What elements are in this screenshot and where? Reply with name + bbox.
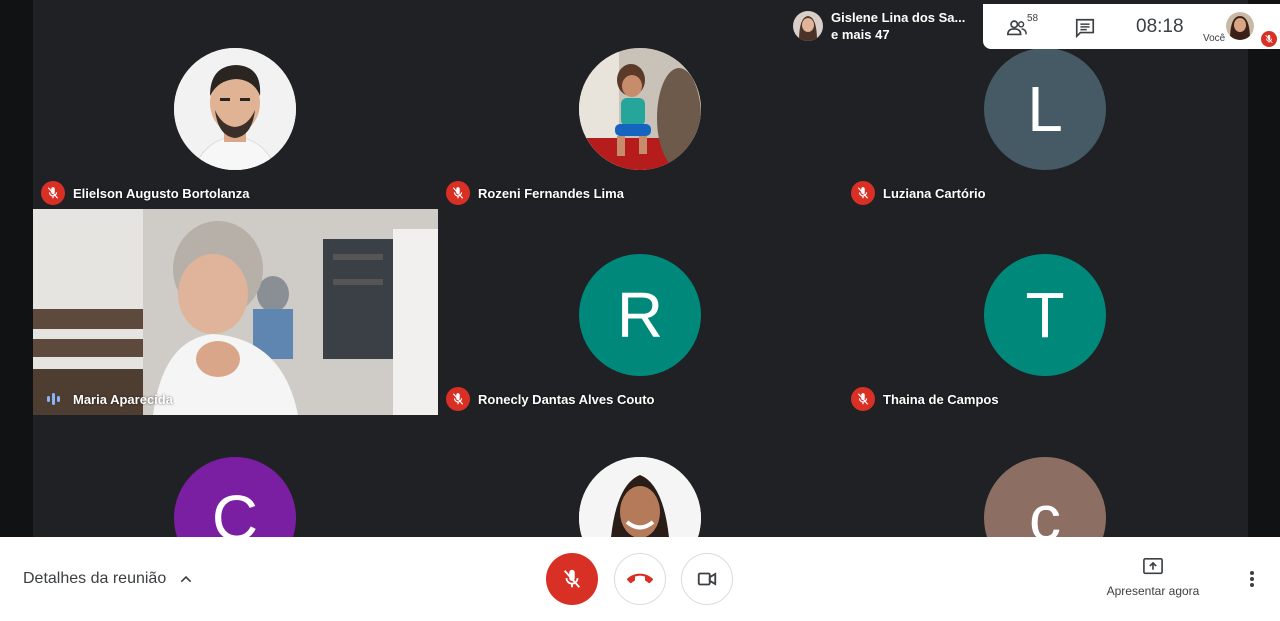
avatar: T [984, 254, 1106, 376]
avatar-letter: C [211, 482, 259, 537]
avatar: R [579, 254, 701, 376]
participant-grid: Elielson Augusto Bortolanza Rozeni Ferna [33, 0, 1248, 537]
mic-off-icon [1261, 31, 1277, 47]
participant-tile[interactable]: Elielson Augusto Bortolanza [33, 3, 438, 209]
avatar-letter: L [1027, 73, 1063, 145]
mic-off-icon [446, 387, 470, 411]
avatar [579, 457, 701, 537]
more-options-button[interactable] [1240, 567, 1264, 591]
participant-name: Thaina de Campos [883, 391, 999, 407]
chat-button[interactable] [1073, 16, 1097, 40]
people-icon [1007, 20, 1027, 36]
presenter-name: Gislene Lina dos Sa... [831, 10, 966, 25]
participant-tile[interactable]: Rozeni Fernandes Lima [438, 3, 843, 209]
meeting-details-label: Detalhes da reunião [23, 570, 167, 587]
left-edge [0, 0, 33, 537]
participant-tile[interactable]: R Ronecly Dantas Alves Couto [438, 209, 843, 415]
presenter-chip[interactable]: Gislene Lina dos Sa... e mais 47 [785, 4, 983, 48]
people-count: 58 [1027, 13, 1039, 24]
camera-icon [697, 572, 717, 586]
mic-off-icon [851, 181, 875, 205]
self-label: Você [1203, 33, 1226, 44]
participant-name: Luziana Cartório [883, 185, 986, 201]
participant-name: Ronecly Dantas Alves Couto [478, 391, 655, 407]
presenter-more: e mais 47 [831, 27, 890, 42]
participant-name-row: Rozeni Fernandes Lima [446, 181, 624, 205]
avatar: C [174, 457, 296, 537]
chat-icon [1075, 18, 1095, 39]
participant-tile[interactable]: T Thaina de Campos [843, 209, 1248, 415]
hangup-icon [627, 573, 653, 584]
participant-name-row: Elielson Augusto Bortolanza [41, 181, 250, 205]
participant-name-row: Ronecly Dantas Alves Couto [446, 387, 655, 411]
meeting-details-button[interactable]: Detalhes da reunião [23, 537, 194, 621]
mic-off-icon [563, 569, 581, 588]
participant-name: Maria Aparecida [73, 391, 173, 407]
participant-name-row: Maria Aparecida [41, 388, 173, 410]
leave-call-button[interactable] [614, 553, 666, 605]
avatar: L [984, 48, 1106, 170]
mic-off-icon [41, 181, 65, 205]
participant-tile[interactable] [438, 415, 843, 537]
presenter-avatar [793, 11, 823, 41]
participant-name-row: Thaina de Campos [851, 387, 999, 411]
right-edge [1248, 0, 1280, 537]
participant-name: Elielson Augusto Bortolanza [73, 185, 250, 201]
present-now-label: Apresentar agora [1106, 584, 1200, 598]
mic-off-icon [851, 387, 875, 411]
participant-name-row: Luziana Cartório [851, 181, 986, 205]
participant-tile[interactable]: c [843, 415, 1248, 537]
participant-tile-video[interactable]: Maria Aparecida [33, 209, 438, 415]
present-icon [1143, 558, 1163, 575]
camera-toggle-button[interactable] [681, 553, 733, 605]
people-button[interactable]: 58 [1005, 13, 1038, 40]
avatar: c [984, 457, 1106, 537]
present-now-button[interactable]: Apresentar agora [1100, 557, 1206, 598]
self-avatar[interactable] [1226, 12, 1254, 40]
participant-name: Rozeni Fernandes Lima [478, 185, 624, 201]
avatar [579, 48, 701, 170]
video-feed [33, 209, 438, 415]
avatar-letter: R [616, 279, 664, 351]
chevron-up-icon [180, 575, 192, 583]
avatar-letter: c [1029, 482, 1061, 537]
mic-toggle-button[interactable] [546, 553, 598, 605]
speaking-indicator-icon [41, 387, 65, 411]
avatar [174, 48, 296, 170]
meeting-clock: 08:18 [1136, 16, 1184, 37]
bottom-toolbar: Detalhes da reunião Apresentar agora [0, 537, 1280, 621]
avatar-letter: T [1025, 279, 1065, 351]
more-icon [1250, 571, 1254, 587]
mic-off-icon [446, 181, 470, 205]
participant-tile[interactable]: C [33, 415, 438, 537]
